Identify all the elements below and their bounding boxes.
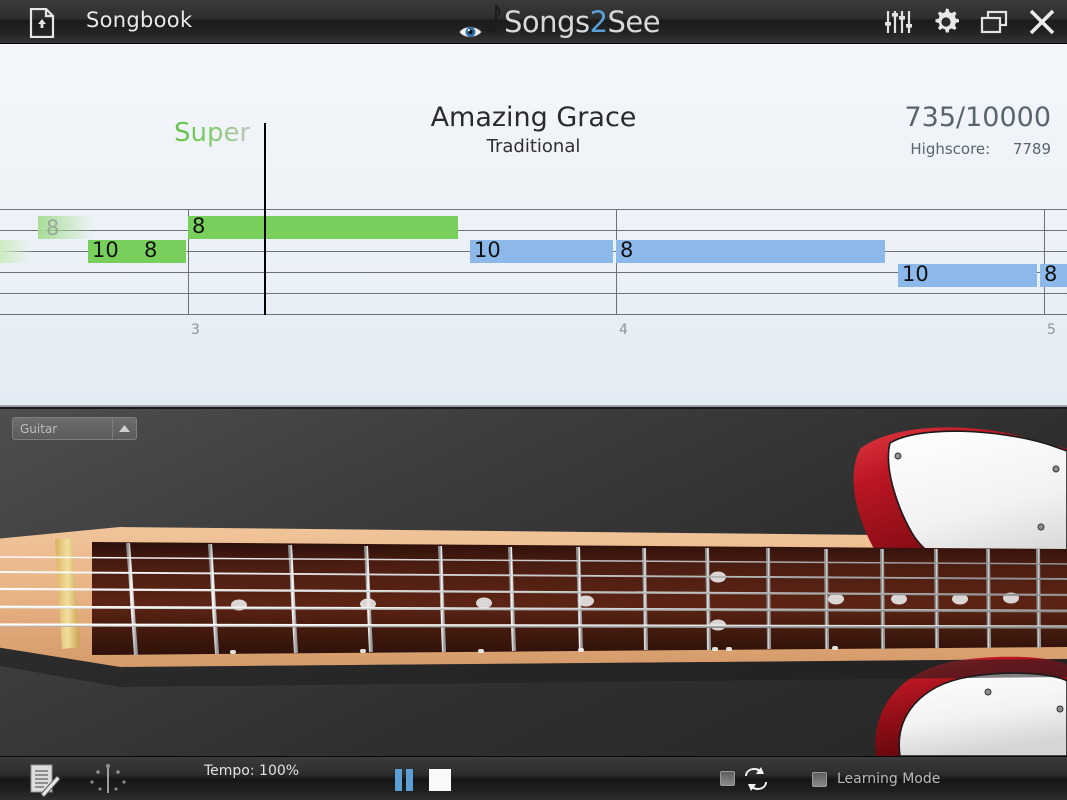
tab-note[interactable]: 8 [1040,264,1067,287]
tab-note[interactable]: 8 [140,240,186,263]
staff-line-1 [0,209,1067,210]
guitar-view[interactable] [0,409,1067,756]
restore-window-icon[interactable] [977,5,1011,39]
tab-note-fret: 8 [616,240,633,261]
title-bar: Songbook Songs2See [0,0,1067,44]
tab-note-fret-ghost: 8 [46,216,59,240]
gear-icon[interactable] [929,5,963,39]
tab-note[interactable] [0,240,32,263]
titlebar-icon-group [881,0,1059,44]
learning-mode-label: Learning Mode [837,771,940,787]
stop-button[interactable] [429,769,451,791]
loop-repeat-icon[interactable] [744,767,768,791]
music-note-icon [486,3,502,41]
eye-icon [458,20,484,40]
tab-note-fret: 10 [898,264,929,285]
pause-button[interactable] [394,769,414,791]
logo-text: Songs2See [504,2,660,42]
staff-line-2 [0,230,1067,231]
staff-line-6 [0,314,1067,315]
sheet-edit-icon[interactable] [26,763,62,797]
learning-mode-checkbox[interactable]: Learning Mode [812,771,940,787]
measure-number-3: 3 [191,322,200,338]
songbook-label[interactable]: Songbook [86,8,192,32]
transport-bar: Tempo: 100% 00 : 03 / 00 : 32 [0,756,1067,800]
logo-text-b: See [608,5,661,39]
app-root: Songbook Songs2See [0,0,1067,800]
notation-panel: Super Amazing Grace Traditional 735/1000… [0,44,1067,407]
tab-note-fret: 10 [470,240,501,261]
loop-checkbox[interactable] [720,771,735,786]
measure-number-4: 4 [619,322,628,338]
tempo-label: Tempo: 100% [204,763,299,779]
tab-note-fret: 10 [88,240,119,261]
mixer-sliders-icon[interactable] [881,5,915,39]
measure-number-5: 5 [1047,322,1056,338]
tab-note-fret: 8 [140,240,157,261]
metronome-icon[interactable] [86,763,130,795]
tab-note-fret: 8 [1040,264,1057,285]
logo-text-two: 2 [590,5,608,39]
close-icon[interactable] [1025,5,1059,39]
tab-note-fret: 8 [188,216,205,237]
tab-note[interactable]: 8 [188,216,458,239]
chevron-up-icon[interactable] [112,418,136,439]
tab-note[interactable]: 10 [898,264,1037,287]
tab-stave[interactable]: 3 4 5 10 8 8 10 8 10 8 8 [0,44,1067,407]
tab-note[interactable]: 10 [470,240,613,263]
playhead-line [264,123,266,315]
tab-note[interactable]: 8 [616,240,885,263]
tab-note[interactable]: 10 [88,240,140,263]
app-logo: Songs2See [458,2,660,42]
staff-line-5 [0,293,1067,294]
instrument-select[interactable]: Guitar [12,417,137,440]
document-add-icon[interactable] [28,8,56,38]
instrument-select-label: Guitar [13,422,112,436]
logo-text-a: Songs [504,5,590,39]
